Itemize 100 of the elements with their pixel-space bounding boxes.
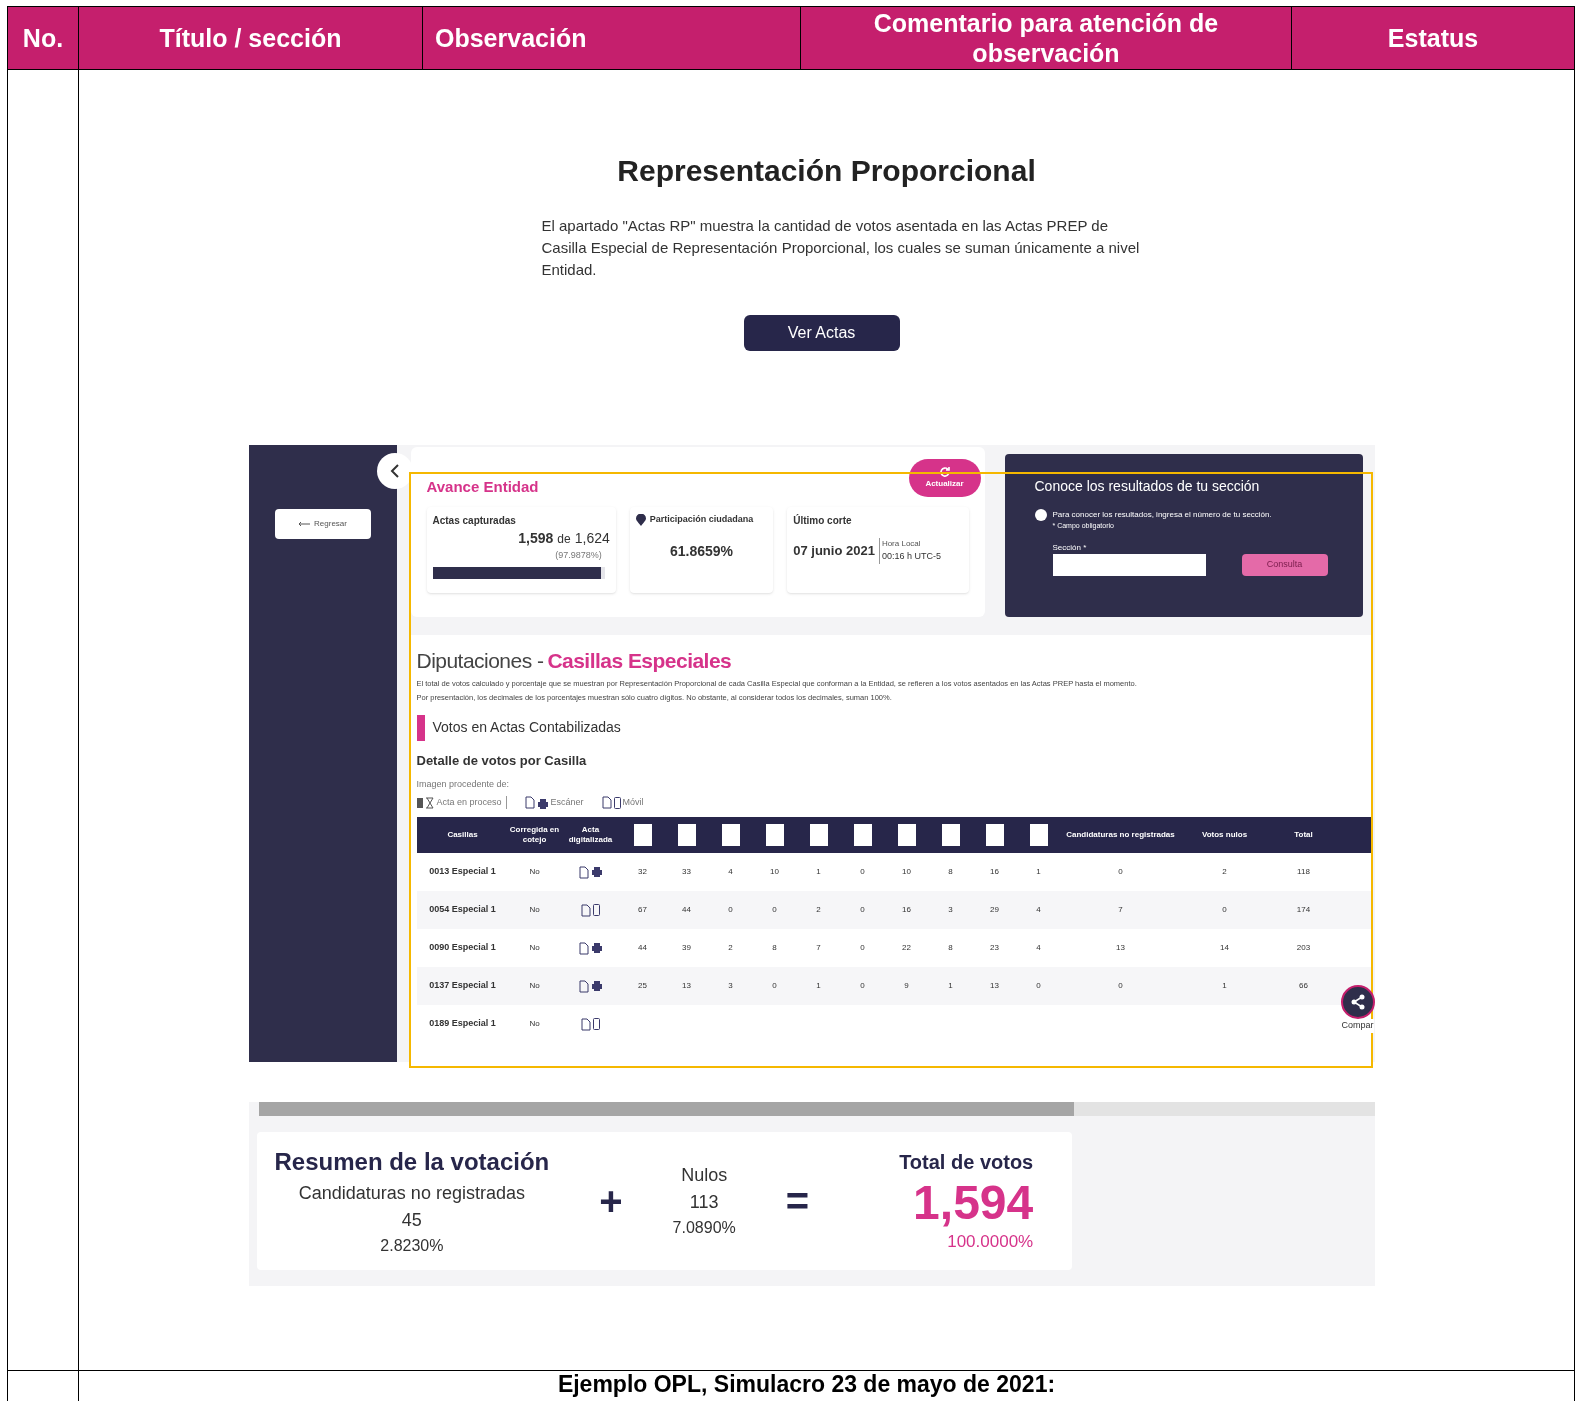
table-cell: 67 xyxy=(638,904,647,916)
party-logo-icon xyxy=(941,824,960,846)
arrow-icon xyxy=(298,521,311,527)
refresh-button[interactable]: Actualizar xyxy=(908,459,981,497)
time-label: Hora Local xyxy=(881,538,922,550)
panel-title: Avance Entidad xyxy=(426,477,539,497)
document-icon xyxy=(578,979,589,993)
operator-symbol: = xyxy=(784,1178,811,1225)
column-header: Candidaturas no registradas xyxy=(1066,830,1175,840)
detail-title: Detalle de votos por Casilla xyxy=(416,751,588,770)
stat-value: 07 junio 2021 xyxy=(793,542,875,560)
table-cell: 8 xyxy=(948,942,953,954)
table-cell: 10 xyxy=(770,866,779,878)
accent-bar xyxy=(416,714,425,741)
column-header: Votos nulos xyxy=(1201,830,1248,840)
table-cell: 1 xyxy=(816,866,821,878)
table-cell: 10 xyxy=(902,866,911,878)
phone-icon xyxy=(613,797,621,809)
time-value: 00:16 h UTC-5 xyxy=(881,550,941,563)
section-title: Diputaciones - xyxy=(416,648,544,674)
table-cell: 39 xyxy=(682,942,691,954)
table-cell: 0090 Especial 1 xyxy=(429,941,496,955)
table-cell: 0 xyxy=(860,866,865,878)
back-button[interactable]: Regresar xyxy=(274,509,371,539)
party-logo-icon xyxy=(985,824,1004,846)
summary-value: 45 xyxy=(401,1209,422,1232)
table-cell: 0 xyxy=(1036,980,1041,992)
table-cell: No xyxy=(529,1018,540,1030)
table-cell: 44 xyxy=(682,904,691,916)
hourglass-icon xyxy=(416,797,435,809)
table-cell: 3 xyxy=(948,904,953,916)
table-cell: 2 xyxy=(816,904,821,916)
stat-percent: (97.9878%) xyxy=(555,549,602,562)
page-title: Representación Proporcional xyxy=(617,153,1036,189)
document-icon xyxy=(578,941,589,955)
party-logo-icon xyxy=(765,824,784,846)
table-cell: 29 xyxy=(990,904,999,916)
description: El apartado "Actas RP" muestra la cantidad de votos asentada en las Actas PREP de Casilla Especial de Representación Proporcional, los cuales se suman únicamente a nivel Entidad. xyxy=(541,216,1141,280)
legend-label: Imagen procedente de: xyxy=(416,778,510,791)
share-label: Compar xyxy=(1341,1019,1374,1033)
table-cell: 118 xyxy=(1297,866,1310,878)
table-cell: 2 xyxy=(1222,866,1227,878)
column-header: Casillas xyxy=(447,830,478,840)
table-cell: 0 xyxy=(1118,866,1123,878)
table-cell: No xyxy=(529,904,540,916)
table-cell: 7 xyxy=(1118,904,1123,916)
document-icon xyxy=(581,1017,591,1031)
document-icon xyxy=(581,903,591,917)
table-cell: 4 xyxy=(1036,904,1041,916)
table-cell: 0 xyxy=(860,980,865,992)
stat-text: de xyxy=(557,531,571,548)
table-cell: 33 xyxy=(682,866,691,878)
column-header: No. xyxy=(22,23,64,53)
summary-percent: 7.0890% xyxy=(672,1218,736,1238)
location-pin-icon xyxy=(635,513,646,526)
party-logo-icon xyxy=(897,824,916,846)
table-cell: 32 xyxy=(638,866,647,878)
table-cell: 0 xyxy=(772,904,777,916)
table-cell: 2 xyxy=(728,942,733,954)
stat-label: Último corte xyxy=(793,513,853,528)
table-cell: 16 xyxy=(902,904,911,916)
table-cell: 0 xyxy=(860,904,865,916)
refresh-icon xyxy=(938,466,951,478)
view-button[interactable]: Ver Actas xyxy=(743,315,900,351)
table-cell: 3 xyxy=(728,980,733,992)
party-logo-icon xyxy=(633,824,652,846)
document-icon xyxy=(524,796,535,809)
document-icon xyxy=(601,796,612,809)
table-cell: 13 xyxy=(1116,942,1125,954)
table-cell: 7 xyxy=(816,942,821,954)
table-cell: 0 xyxy=(728,904,733,916)
share-icon xyxy=(1349,994,1366,1010)
table-cell: 4 xyxy=(1036,942,1041,954)
table-cell: 0137 Especial 1 xyxy=(429,979,496,993)
column-header: Total xyxy=(1294,830,1313,840)
summary-title: Resumen de la votación xyxy=(274,1147,550,1177)
column-header: Título / sección xyxy=(159,23,342,53)
section-field[interactable] xyxy=(1052,553,1206,576)
phone-icon xyxy=(593,1017,600,1030)
table-cell: 66 xyxy=(1299,980,1308,992)
column-header: Corregida en cotejo xyxy=(508,825,561,845)
table-cell: 13 xyxy=(990,980,999,992)
party-logo-icon xyxy=(809,824,828,846)
phone-icon xyxy=(593,903,600,916)
table-cell: 9 xyxy=(904,980,909,992)
table-cell: 0189 Especial 1 xyxy=(429,1017,496,1031)
table-cell: 0054 Especial 1 xyxy=(429,903,496,917)
document-icon xyxy=(578,865,589,879)
caption-text: Ejemplo OPL, Simulacro 23 de mayo de 2021: xyxy=(557,1371,1056,1397)
table-cell: 44 xyxy=(638,942,647,954)
section-title: Casillas Especiales xyxy=(547,648,732,674)
table-cell: 174 xyxy=(1296,904,1311,916)
table-cell: No xyxy=(529,980,540,992)
table-cell: 8 xyxy=(948,866,953,878)
table-cell: 14 xyxy=(1220,942,1229,954)
table-cell: 16 xyxy=(990,866,999,878)
summary-percent: 2.8230% xyxy=(380,1236,444,1256)
table-cell: 0 xyxy=(1222,904,1227,916)
table-cell: 8 xyxy=(772,942,777,954)
column-header: Acta digitalizada xyxy=(567,825,614,845)
